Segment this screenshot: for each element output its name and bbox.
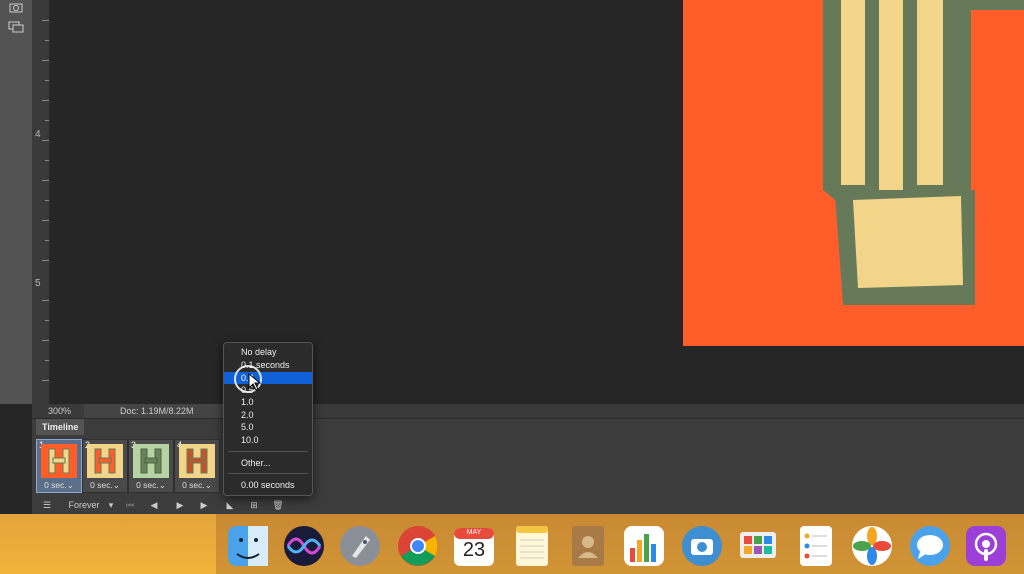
ruler-mark: 4: [35, 129, 41, 140]
frame-thumbnail: [41, 444, 77, 478]
menu-divider: [228, 473, 308, 474]
dock: MAY 23: [0, 514, 1024, 574]
timeline-panel: Timeline 1 0 sec.⌄ 2 0 sec.⌄ 3 0 sec.⌄ 4…: [32, 418, 1024, 515]
messages-icon[interactable]: [908, 524, 952, 568]
document-size[interactable]: Doc: 1.19M/8.22M: [84, 404, 224, 418]
calendar-day: 23: [462, 539, 486, 561]
timeline-controls: ☰ Forever ▾ ⏮ ◀︎ ▶ ▶︎ ◣ ⊞ 🗑: [32, 497, 292, 513]
loop-select[interactable]: Forever: [66, 498, 102, 512]
menu-divider: [228, 451, 308, 452]
notes-icon[interactable]: [510, 524, 554, 568]
podcasts-icon[interactable]: [964, 524, 1008, 568]
trash-icon[interactable]: 🗑: [272, 498, 284, 512]
menu-item-other[interactable]: Other...: [224, 457, 312, 469]
current-delay-value: 0.00 seconds: [241, 480, 295, 490]
contacts-icon[interactable]: [566, 524, 610, 568]
frame-delay-dropdown[interactable]: 0 sec.⌄: [129, 480, 173, 491]
tools-panel: [0, 0, 33, 404]
calendar-icon[interactable]: MAY 23: [452, 524, 496, 568]
frame-thumbnail: [133, 444, 169, 478]
frame-delay-dropdown[interactable]: 0 sec.⌄: [175, 480, 219, 491]
convert-timeline-icon[interactable]: ☰: [40, 498, 54, 512]
frame-thumbnail: [179, 444, 215, 478]
tab-timeline[interactable]: Timeline: [36, 419, 85, 435]
photos-icon[interactable]: [850, 524, 894, 568]
first-frame-icon[interactable]: ⏮: [124, 498, 136, 512]
frame-delay-dropdown[interactable]: 0 sec.⌄: [37, 480, 81, 491]
numbers-icon[interactable]: [622, 524, 666, 568]
frame-delay-dropdown[interactable]: 0 sec.⌄: [83, 480, 127, 491]
frame-thumbnail: [87, 444, 123, 478]
quick-mask-icon[interactable]: [8, 0, 24, 13]
chevron-down-icon[interactable]: ▾: [106, 498, 116, 512]
menu-item-10-0[interactable]: 10.0: [224, 434, 312, 446]
timeline-frame[interactable]: 2 0 sec.⌄: [82, 439, 128, 493]
image-capture-icon[interactable]: [680, 524, 724, 568]
ruler-mark: 5: [35, 278, 41, 289]
cursor-highlight: [234, 365, 262, 393]
siri-icon[interactable]: [282, 524, 326, 568]
play-icon[interactable]: ▶: [174, 498, 186, 512]
screen-mode-icon[interactable]: [8, 20, 24, 33]
menu-item-no-delay[interactable]: No delay: [224, 346, 312, 358]
timeline-frame[interactable]: 4 0 sec.⌄: [174, 439, 220, 493]
menu-item-5-0[interactable]: 5.0: [224, 421, 312, 433]
timeline-frame[interactable]: 1 0 sec.⌄: [36, 439, 82, 493]
canvas-artwork[interactable]: [683, 0, 1024, 346]
menu-item-1-0[interactable]: 1.0: [224, 396, 312, 408]
tween-icon[interactable]: ◣: [224, 498, 236, 512]
keynote-icon[interactable]: [736, 524, 780, 568]
finder-icon[interactable]: [226, 524, 270, 568]
zoom-level[interactable]: 300%: [48, 406, 71, 416]
chrome-icon[interactable]: [396, 524, 440, 568]
menu-item-2-0[interactable]: 2.0: [224, 409, 312, 421]
duplicate-frame-icon[interactable]: ⊞: [248, 498, 260, 512]
frame-delay-menu: No delay 0.1 seconds 0.2 0.5 1.0 2.0 5.0…: [223, 342, 313, 496]
previous-frame-icon[interactable]: ◀︎: [148, 498, 160, 512]
vertical-ruler: 4 5: [32, 0, 50, 404]
status-bar: 300% Doc: 1.19M/8.22M: [32, 404, 1024, 418]
timeline-frame[interactable]: 3 0 sec.⌄: [128, 439, 174, 493]
launchpad-icon[interactable]: [338, 524, 382, 568]
reminders-icon[interactable]: [794, 524, 838, 568]
calendar-month: MAY: [466, 529, 482, 536]
next-frame-icon[interactable]: ▶︎: [198, 498, 210, 512]
